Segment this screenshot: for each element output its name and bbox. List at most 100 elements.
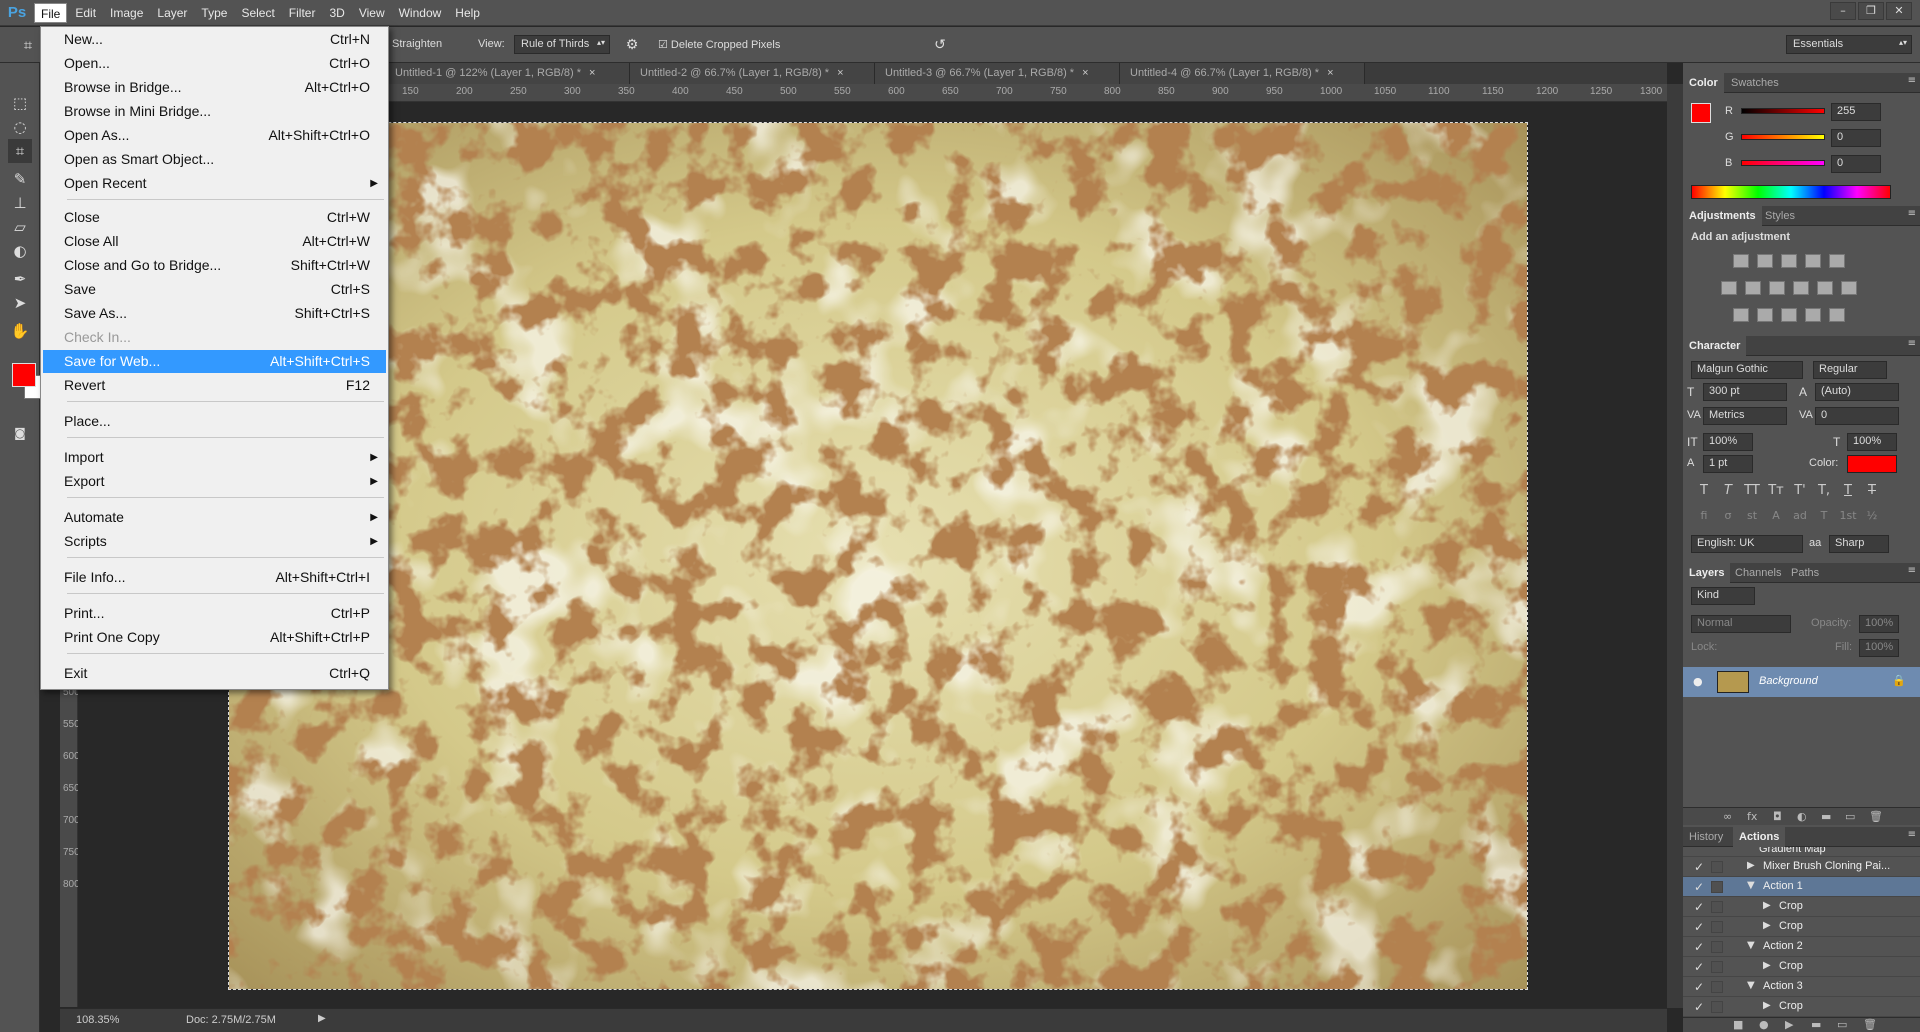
eye-icon[interactable]: ● <box>1693 675 1703 688</box>
close-button[interactable]: ✕ <box>1886 2 1912 20</box>
antialias-select[interactable]: Sharp <box>1829 535 1889 553</box>
lasso-tool-icon[interactable]: ◌ <box>8 115 32 139</box>
close-icon[interactable]: × <box>1327 67 1333 79</box>
action-row[interactable]: ✓ ▶ Mixer Brush Cloning Pai... <box>1683 857 1920 877</box>
opacity-field[interactable]: 100% <box>1859 615 1899 633</box>
layer-name[interactable]: Background <box>1759 675 1818 687</box>
view-select[interactable]: Rule of Thirds ▴▾ <box>514 35 610 54</box>
small-caps-button[interactable]: Tт <box>1767 483 1785 498</box>
menu-type[interactable]: Type <box>195 3 233 23</box>
menu-layer[interactable]: Layer <box>151 3 193 23</box>
underline-button[interactable]: T <box>1839 483 1857 498</box>
selective-color-icon[interactable] <box>1805 308 1821 322</box>
delete-cropped-checkbox[interactable]: ☑ Delete Cropped Pixels <box>658 38 780 51</box>
leading-field[interactable]: (Auto) <box>1815 383 1899 401</box>
link-layers-icon[interactable]: ∞ <box>1723 810 1732 823</box>
menu-view[interactable]: View <box>353 3 391 23</box>
tab-adjustments[interactable]: Adjustments <box>1683 206 1762 226</box>
status-arrow-icon[interactable]: ▶ <box>318 1013 326 1024</box>
stylistic-alternates-button[interactable]: ad <box>1791 509 1809 522</box>
old-style-button[interactable]: σ <box>1719 509 1737 522</box>
pen-tool-icon[interactable]: ✒ <box>8 267 32 291</box>
b-value-field[interactable]: 0 <box>1831 155 1881 173</box>
faux-bold-button[interactable]: T <box>1695 483 1713 498</box>
stamp-tool-icon[interactable]: ⊥ <box>8 191 32 215</box>
blend-mode-select[interactable]: Normal <box>1691 615 1791 633</box>
menu-filter[interactable]: Filter <box>283 3 322 23</box>
play-icon[interactable]: ▶ <box>1785 1018 1793 1031</box>
posterize-icon[interactable] <box>1757 308 1773 322</box>
color-spectrum-ramp[interactable] <box>1691 185 1891 199</box>
doc-tab-4[interactable]: Untitled-4 @ 66.7% (Layer 1, RGB/8) * × <box>1120 63 1365 84</box>
color-lookup-icon[interactable] <box>1841 281 1857 295</box>
menu-item-save-for-web[interactable]: Save for Web... Alt+Shift+Ctrl+S <box>43 350 386 373</box>
tab-actions[interactable]: Actions <box>1733 827 1786 847</box>
minimize-button[interactable]: – <box>1830 2 1856 20</box>
ordinals-button[interactable]: 1st <box>1839 509 1857 522</box>
threshold-icon[interactable] <box>1781 308 1797 322</box>
menu-item-close-go-bridge[interactable]: Close and Go to Bridge... Shift+Ctrl+W <box>43 254 386 277</box>
menu-item-exit[interactable]: Exit Ctrl+Q <box>43 662 386 685</box>
action-step-row[interactable]: ✓ ▶ Crop <box>1683 917 1920 937</box>
font-family-select[interactable]: Malgun Gothic <box>1691 361 1803 379</box>
gradient-map-icon[interactable] <box>1829 308 1845 322</box>
tab-history[interactable]: History <box>1683 827 1729 847</box>
menu-item-print[interactable]: Print... Ctrl+P <box>43 602 386 625</box>
r-slider[interactable] <box>1741 108 1825 114</box>
menu-select[interactable]: Select <box>235 3 280 23</box>
menu-item-save[interactable]: Save Ctrl+S <box>43 278 386 301</box>
add-mask-icon[interactable]: ◘ <box>1773 810 1782 823</box>
horizontal-scale-field[interactable]: 100% <box>1847 433 1897 451</box>
b-slider[interactable] <box>1741 160 1825 166</box>
straighten-button[interactable]: Straighten <box>392 38 442 50</box>
g-value-field[interactable]: 0 <box>1831 129 1881 147</box>
marquee-tool-icon[interactable]: ⬚ <box>8 91 32 115</box>
hand-tool-icon[interactable]: ✋ <box>8 319 32 343</box>
levels-icon[interactable] <box>1757 254 1773 268</box>
subscript-button[interactable]: T, <box>1815 483 1833 498</box>
action-row[interactable]: ✓ ▼ Action 3 <box>1683 977 1920 997</box>
menu-3d[interactable]: 3D <box>323 3 350 23</box>
swash-button[interactable]: A <box>1767 509 1785 522</box>
tab-color[interactable]: Color <box>1683 73 1724 93</box>
menu-item-open[interactable]: Open... Ctrl+O <box>43 52 386 75</box>
trash-icon[interactable]: 🗑 <box>1863 1018 1877 1031</box>
new-group-icon[interactable]: ▬ <box>1821 810 1831 823</box>
zoom-level[interactable]: 108.35% <box>76 1014 119 1026</box>
superscript-button[interactable]: T' <box>1791 483 1809 498</box>
action-row-selected[interactable]: ✓ ▼ Action 1 <box>1683 877 1920 897</box>
text-color-swatch[interactable] <box>1847 455 1897 473</box>
panel-menu-icon[interactable]: ≡ <box>1908 565 1916 576</box>
menu-item-save-as[interactable]: Save As... Shift+Ctrl+S <box>43 302 386 325</box>
menu-item-close-all[interactable]: Close All Alt+Ctrl+W <box>43 230 386 253</box>
close-icon[interactable]: × <box>837 67 843 79</box>
menu-item-scripts[interactable]: Scripts ▶ <box>43 530 386 553</box>
gear-icon[interactable]: ⚙ <box>620 33 644 57</box>
curves-icon[interactable] <box>1781 254 1797 268</box>
new-adjustment-icon[interactable]: ◐ <box>1797 810 1807 823</box>
discretionary-ligatures-button[interactable]: st <box>1743 509 1761 522</box>
panel-menu-icon[interactable]: ≡ <box>1908 208 1916 219</box>
tab-paths[interactable]: Paths <box>1785 563 1825 583</box>
close-icon[interactable]: × <box>1082 67 1088 79</box>
strikethrough-button[interactable]: T <box>1863 483 1881 498</box>
crop-tool-icon[interactable]: ⌗ <box>16 33 40 57</box>
action-step-row[interactable]: ✓ ▶ Crop <box>1683 997 1920 1017</box>
exposure-icon[interactable] <box>1805 254 1821 268</box>
language-select[interactable]: English: UK <box>1691 535 1803 553</box>
action-row[interactable]: ✓ ▼ Action 2 <box>1683 937 1920 957</box>
quick-mask-icon[interactable]: ◙ <box>8 421 32 445</box>
brightness-icon[interactable] <box>1733 254 1749 268</box>
crop-tool-active-icon[interactable]: ⌗ <box>8 139 32 163</box>
pizza-image[interactable] <box>228 122 1528 990</box>
layer-row-background[interactable]: ● Background 🔒 <box>1683 667 1920 697</box>
panel-menu-icon[interactable]: ≡ <box>1908 338 1916 349</box>
menu-file[interactable]: File <box>34 2 68 23</box>
doc-tab-3[interactable]: Untitled-3 @ 66.7% (Layer 1, RGB/8) * × <box>875 63 1120 84</box>
titling-button[interactable]: T <box>1815 509 1833 522</box>
menu-item-revert[interactable]: Revert F12 <box>43 374 386 397</box>
restore-button[interactable]: ❐ <box>1858 2 1884 20</box>
workspace-select[interactable]: Essentials ▴▾ <box>1786 35 1912 54</box>
reset-icon[interactable]: ↺ <box>928 33 952 57</box>
faux-italic-button[interactable]: T <box>1719 483 1737 498</box>
